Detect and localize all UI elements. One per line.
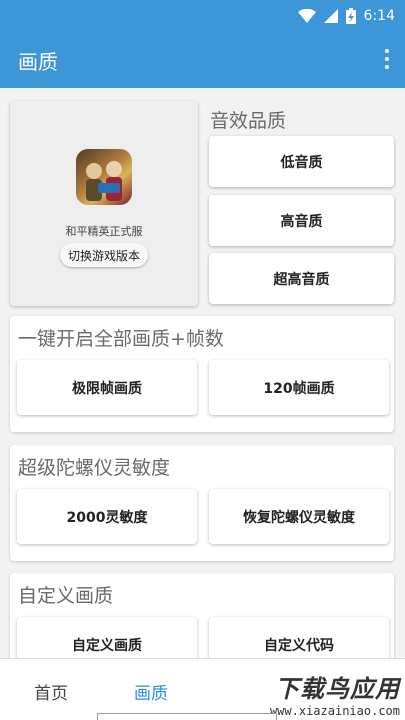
gyro-card: 超级陀螺仪灵敏度 2000灵敏度 恢复陀螺仪灵敏度 bbox=[10, 445, 394, 561]
game-app-icon bbox=[76, 149, 132, 205]
gyro-restore-button[interactable]: 恢复陀螺仪灵敏度 bbox=[209, 489, 389, 544]
more-options-icon[interactable] bbox=[383, 49, 391, 71]
signal-icon bbox=[323, 9, 338, 23]
oneclick-title: 一键开启全部画质+帧数 bbox=[18, 328, 224, 350]
nav-quality[interactable]: 画质 bbox=[134, 679, 168, 704]
custom-quality-button[interactable]: 自定义画质 bbox=[17, 617, 197, 658]
custom-code-button[interactable]: 自定义代码 bbox=[209, 617, 389, 658]
tooltip-strip bbox=[97, 713, 277, 720]
battery-charging-icon bbox=[345, 8, 356, 24]
gyro-title: 超级陀螺仪灵敏度 bbox=[18, 457, 171, 479]
nav-home[interactable]: 首页 bbox=[34, 679, 68, 704]
page-title: 画质 bbox=[18, 49, 58, 74]
watermark-title: 下载鸟应用 bbox=[275, 674, 400, 703]
wifi-icon bbox=[297, 9, 316, 23]
low-audio-button[interactable]: 低音质 bbox=[209, 136, 394, 187]
audio-quality-title: 音效品质 bbox=[210, 110, 287, 132]
status-time: 6:14 bbox=[363, 8, 395, 24]
fps-120-button[interactable]: 120帧画质 bbox=[209, 360, 389, 415]
ultra-audio-button[interactable]: 超高音质 bbox=[209, 253, 394, 304]
extreme-fps-button[interactable]: 极限帧画质 bbox=[17, 360, 197, 415]
app-bar: 画质 bbox=[0, 32, 405, 88]
watermark: 下载鸟应用 www.xiazainiao.com bbox=[236, 668, 404, 718]
oneclick-card: 一键开启全部画质+帧数 极限帧画质 120帧画质 bbox=[10, 316, 394, 432]
custom-title: 自定义画质 bbox=[18, 585, 114, 607]
switch-game-version-button[interactable]: 切换游戏版本 bbox=[60, 243, 148, 267]
game-card: 和平精英正式服 切换游戏版本 bbox=[10, 101, 198, 306]
game-name: 和平精英正式服 bbox=[65, 225, 143, 238]
high-audio-button[interactable]: 高音质 bbox=[209, 195, 394, 246]
watermark-url: www.xiazainiao.com bbox=[269, 703, 400, 718]
status-bar: 6:14 bbox=[0, 0, 405, 32]
main-content: 和平精英正式服 切换游戏版本 音效品质 低音质 高音质 超高音质 一键开启全部画… bbox=[0, 88, 405, 658]
custom-card: 自定义画质 自定义画质 自定义代码 bbox=[10, 573, 394, 658]
gyro-2000-button[interactable]: 2000灵敏度 bbox=[17, 489, 197, 544]
